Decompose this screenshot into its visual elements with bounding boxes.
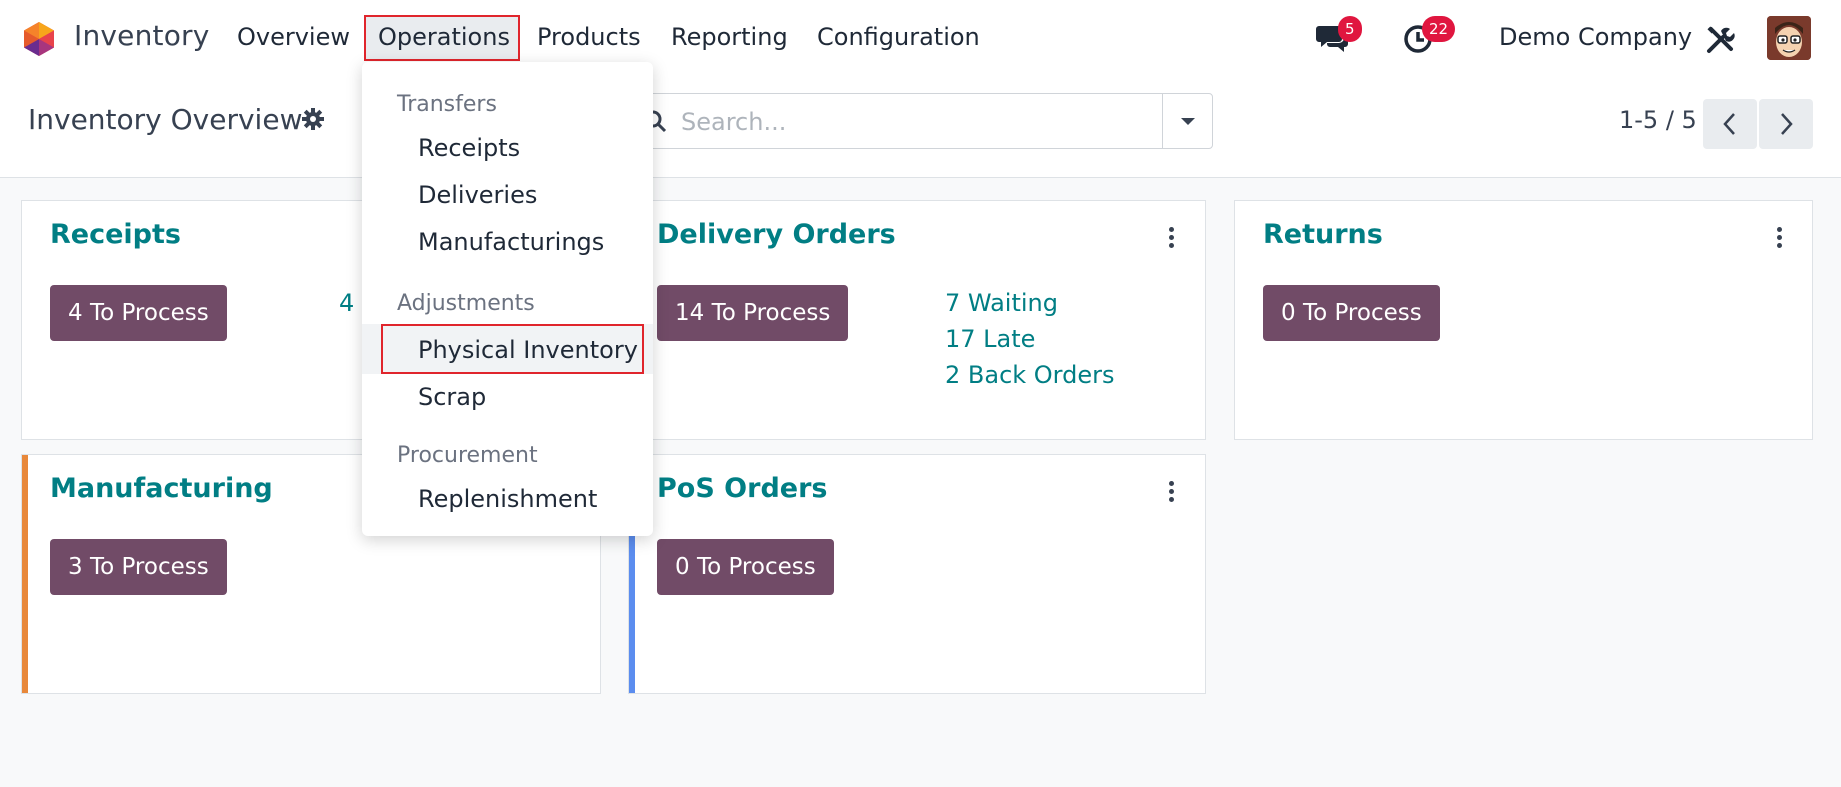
menu-item-replenishment[interactable]: Replenishment: [418, 485, 597, 513]
control-panel: Inventory Overview Search... 1-5 / 5: [0, 78, 1841, 178]
card-title[interactable]: PoS Orders: [657, 473, 827, 504]
menu-item-deliveries[interactable]: Deliveries: [418, 181, 537, 209]
gear-icon[interactable]: [302, 108, 324, 130]
card-color-stripe: [22, 455, 28, 693]
to-process-button[interactable]: 4 To Process: [50, 285, 227, 341]
chevron-right-icon: [1781, 113, 1793, 135]
menu-operations[interactable]: Operations: [378, 23, 510, 51]
kebab-menu-icon[interactable]: [1777, 227, 1783, 248]
card-returns: Returns 0 To Process: [1234, 200, 1813, 440]
operations-dropdown-menu: Transfers Receipts Deliveries Manufactur…: [362, 62, 653, 536]
to-process-button[interactable]: 0 To Process: [657, 539, 834, 595]
page-title: Inventory Overview: [28, 103, 303, 136]
section-header-transfers: Transfers: [397, 92, 497, 117]
menu-item-physical-inventory[interactable]: Physical Inventory: [418, 336, 638, 364]
kebab-menu-icon[interactable]: [1169, 227, 1175, 248]
pager-value[interactable]: 1-5 / 5: [1619, 106, 1697, 134]
caret-down-icon: [1181, 118, 1195, 125]
pager-previous-button[interactable]: [1703, 99, 1757, 149]
odoo-logo-icon[interactable]: [20, 20, 58, 58]
card-pos-orders: PoS Orders 0 To Process: [628, 454, 1206, 694]
menu-item-scrap[interactable]: Scrap: [418, 383, 486, 411]
menu-reporting[interactable]: Reporting: [671, 23, 788, 51]
card-title[interactable]: Delivery Orders: [657, 219, 896, 250]
to-process-button[interactable]: 0 To Process: [1263, 285, 1440, 341]
to-process-button[interactable]: 3 To Process: [50, 539, 227, 595]
card-title[interactable]: Returns: [1263, 219, 1383, 250]
card-stat-waiting[interactable]: 7 Waiting: [945, 289, 1058, 317]
card-title[interactable]: Receipts: [50, 219, 181, 250]
top-navbar: Inventory Overview Operations Products R…: [0, 0, 1841, 78]
card-delivery-orders: Delivery Orders 14 To Process 7 Waiting …: [628, 200, 1206, 440]
user-avatar[interactable]: [1767, 16, 1811, 60]
menu-products[interactable]: Products: [537, 23, 641, 51]
pager-next-button[interactable]: [1759, 99, 1813, 149]
activities-badge: 22: [1422, 16, 1456, 42]
menu-configuration[interactable]: Configuration: [817, 23, 980, 51]
search-options-toggle[interactable]: [1162, 94, 1212, 148]
app-title[interactable]: Inventory: [74, 19, 210, 52]
card-stat-back-orders[interactable]: 2 Back Orders: [945, 361, 1115, 389]
messages-badge: 5: [1338, 16, 1362, 42]
kebab-menu-icon[interactable]: [1169, 481, 1175, 502]
avatar-face-icon: [1767, 16, 1811, 60]
section-header-adjustments: Adjustments: [397, 291, 535, 316]
menu-item-manufacturings[interactable]: Manufacturings: [418, 228, 604, 256]
company-switcher[interactable]: Demo Company: [1499, 23, 1692, 51]
search-input[interactable]: Search...: [681, 108, 786, 136]
chevron-left-icon: [1723, 113, 1735, 135]
to-process-button[interactable]: 14 To Process: [657, 285, 849, 341]
search-box: Search...: [620, 93, 1213, 149]
menu-item-receipts[interactable]: Receipts: [418, 134, 520, 162]
card-title[interactable]: Manufacturing: [50, 473, 273, 504]
menu-overview[interactable]: Overview: [237, 23, 350, 51]
tools-icon[interactable]: [1705, 25, 1735, 55]
section-header-procurement: Procurement: [397, 443, 538, 468]
card-stat-late[interactable]: 17 Late: [945, 325, 1035, 353]
